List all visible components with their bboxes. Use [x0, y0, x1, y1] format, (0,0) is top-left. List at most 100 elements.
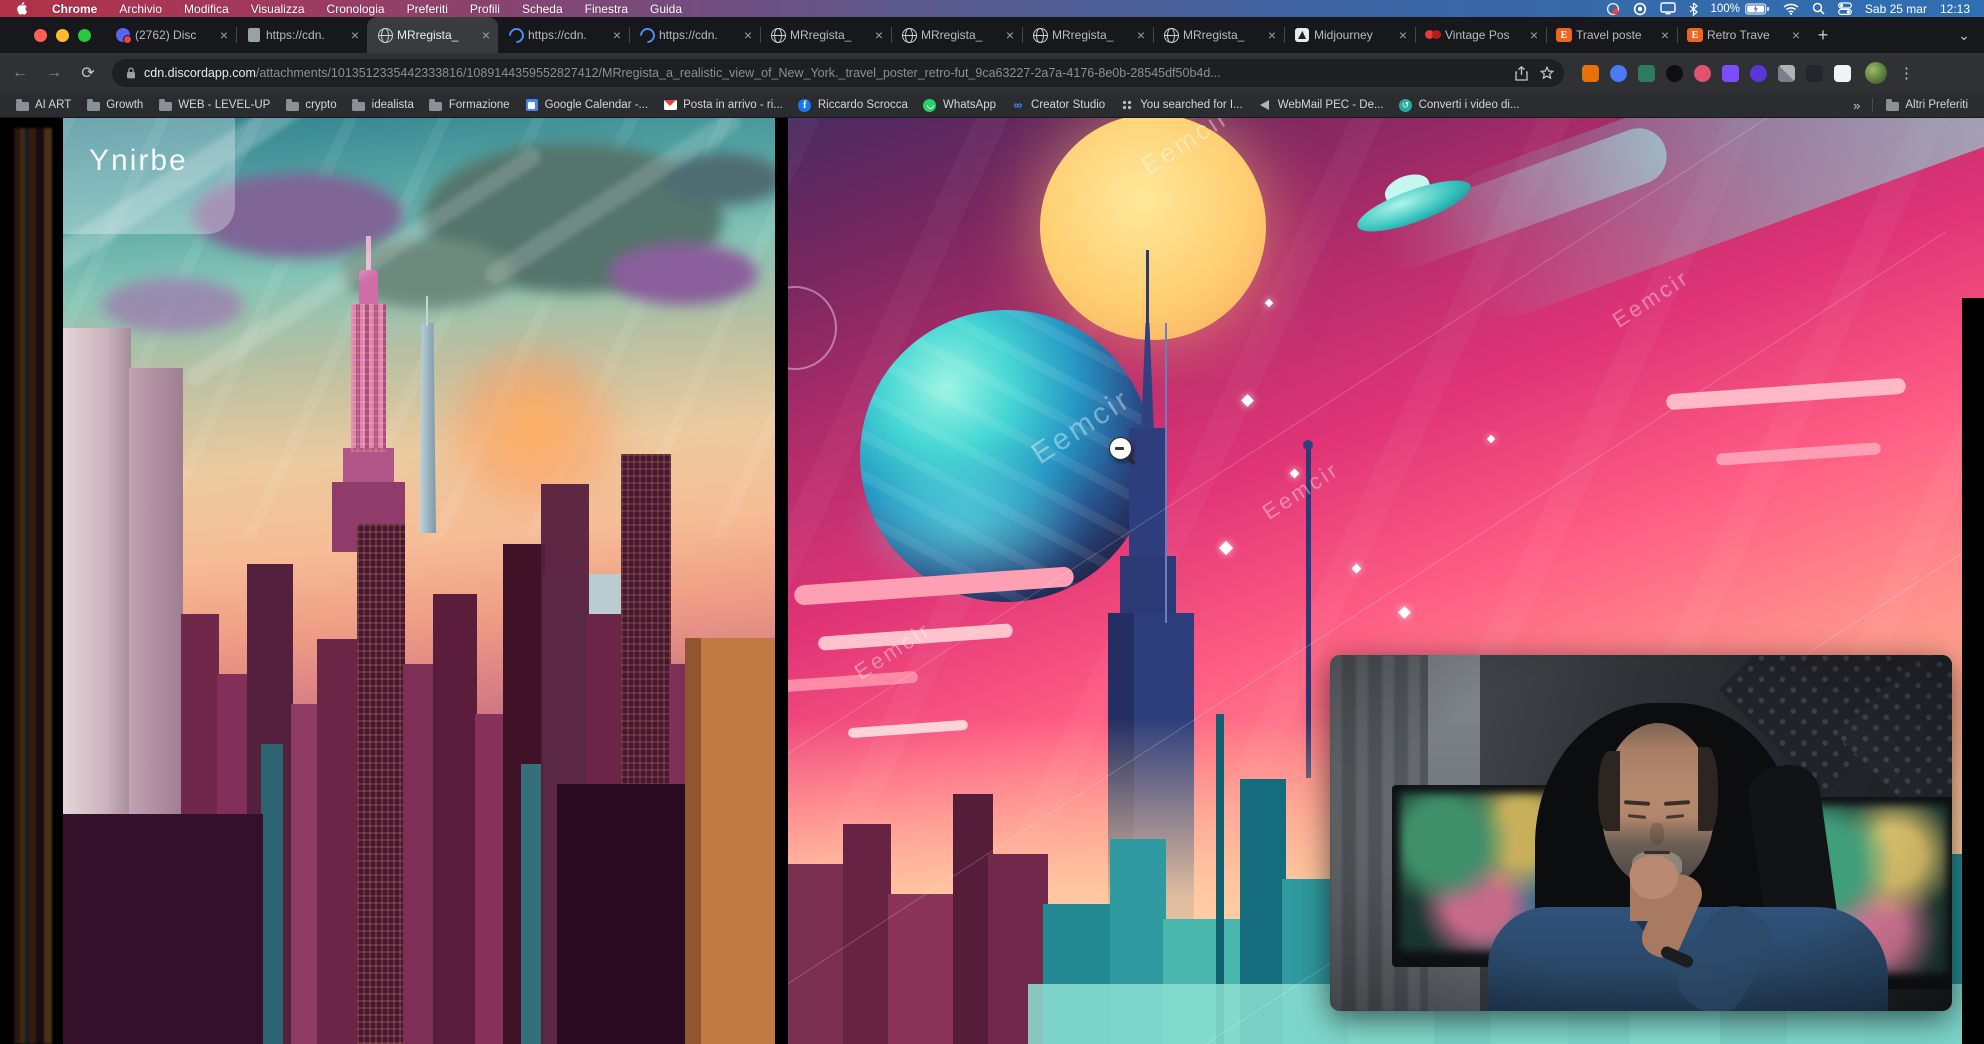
- bookmark-you-searched[interactable]: You searched for I...: [1120, 98, 1243, 112]
- share-icon[interactable]: [1515, 66, 1528, 81]
- spotlight-search-icon[interactable]: [1812, 2, 1825, 15]
- chrome-menu-icon[interactable]: ⋮: [1899, 64, 1915, 82]
- tab-discord[interactable]: (2762) Disc×: [105, 17, 236, 53]
- tab-close-icon[interactable]: ×: [480, 28, 492, 42]
- tab-mrregista-2[interactable]: MRregista_×: [760, 17, 891, 53]
- padlock-icon[interactable]: [126, 67, 136, 79]
- extension-icon[interactable]: [1610, 65, 1627, 82]
- tab-close-icon[interactable]: ×: [742, 28, 754, 42]
- minimize-window-button[interactable]: [56, 29, 69, 42]
- tab-close-icon[interactable]: ×: [611, 28, 623, 42]
- bookmark-webmail-pec[interactable]: WebMail PEC - De...: [1258, 98, 1384, 112]
- extension-icon[interactable]: [1722, 65, 1739, 82]
- extension-icon[interactable]: [1694, 65, 1711, 82]
- tab-close-icon[interactable]: ×: [873, 28, 885, 42]
- tab-mrregista-active[interactable]: MRregista_×: [367, 17, 498, 53]
- control-center-icon[interactable]: [1838, 2, 1852, 15]
- tab-mrregista-5[interactable]: MRregista_×: [1153, 17, 1284, 53]
- bookmark-facebook-profile[interactable]: fRiccardo Scrocca: [798, 98, 908, 112]
- tab-mrregista-3[interactable]: MRregista_×: [891, 17, 1022, 53]
- bookmark-folder-idealista[interactable]: idealista: [352, 98, 414, 112]
- tab-close-icon[interactable]: ×: [1397, 28, 1409, 42]
- bookmark-folder-web-level-up[interactable]: WEB - LEVEL-UP: [158, 98, 270, 112]
- globe-favicon-icon: [377, 27, 393, 43]
- tab-travel-posters[interactable]: ETravel poste×: [1546, 17, 1677, 53]
- wtc-tower: [419, 323, 436, 533]
- menu-item-profili[interactable]: Profili: [470, 2, 500, 16]
- menu-item-visualizza[interactable]: Visualizza: [251, 2, 305, 16]
- extension-icon[interactable]: [1806, 65, 1823, 82]
- display-icon[interactable]: [1660, 2, 1676, 15]
- tab-close-icon[interactable]: ×: [1135, 28, 1147, 42]
- bookmark-creator-studio[interactable]: ∞Creator Studio: [1011, 98, 1105, 112]
- menu-item-chrome[interactable]: Chrome: [52, 2, 97, 16]
- back-button[interactable]: ←: [6, 59, 34, 87]
- record-dot-icon[interactable]: [1633, 2, 1647, 16]
- zoom-out-cursor-icon: [1109, 437, 1132, 460]
- tab-vintage-posters[interactable]: Vintage Pos×: [1415, 17, 1546, 53]
- tab-midjourney[interactable]: Midjourney×: [1284, 17, 1415, 53]
- bookmark-folder-growth[interactable]: Growth: [86, 98, 143, 112]
- folder-icon: [285, 98, 299, 112]
- tab-retro-travel[interactable]: ERetro Trave×: [1677, 17, 1808, 53]
- extensions-area: [1582, 65, 1851, 82]
- wifi-icon[interactable]: [1783, 3, 1799, 15]
- bookmark-whatsapp[interactable]: WhatsApp: [923, 98, 996, 112]
- menu-clock-time[interactable]: 12:13: [1940, 2, 1970, 16]
- tab-cdn-1[interactable]: https://cdn.×: [236, 17, 367, 53]
- tab-close-icon[interactable]: ×: [1528, 28, 1540, 42]
- bookmark-folder-crypto[interactable]: crypto: [285, 98, 336, 112]
- tab-cdn-3[interactable]: https://cdn.×: [629, 17, 760, 53]
- menu-status-area: 100% Sab 25 mar 12:13: [1606, 2, 1984, 16]
- gmail-icon: [663, 98, 677, 112]
- tab-search-chevron-icon[interactable]: ⌄: [1944, 17, 1984, 53]
- bookmark-google-calendar[interactable]: Google Calendar -...: [525, 98, 649, 112]
- apple-logo-icon[interactable]: [16, 2, 27, 15]
- new-tab-button[interactable]: +: [1808, 17, 1838, 53]
- extension-icon[interactable]: [1778, 65, 1795, 82]
- tab-close-icon[interactable]: ×: [218, 28, 230, 42]
- tab-mrregista-4[interactable]: MRregista_×: [1022, 17, 1153, 53]
- tab-close-icon[interactable]: ×: [1790, 28, 1802, 42]
- reload-button[interactable]: ⟳: [74, 59, 102, 87]
- menu-item-archivio[interactable]: Archivio: [119, 2, 162, 16]
- address-bar[interactable]: cdn.discordapp.com/attachments/101351233…: [112, 59, 1564, 87]
- bookmarks-right: » Altri Preferiti: [1853, 98, 1984, 113]
- menu-item-scheda[interactable]: Scheda: [522, 2, 563, 16]
- extension-icon[interactable]: [1666, 65, 1683, 82]
- profile-avatar[interactable]: [1865, 62, 1887, 84]
- url-text[interactable]: cdn.discordapp.com/attachments/101351233…: [144, 66, 1503, 80]
- menu-item-preferiti[interactable]: Preferiti: [407, 2, 448, 16]
- bookmark-folder-formazione[interactable]: Formazione: [429, 98, 510, 112]
- battery-indicator[interactable]: 100%: [1711, 3, 1770, 15]
- extension-icon[interactable]: [1582, 65, 1599, 82]
- wtc-spire: [426, 296, 428, 326]
- screen-record-icon[interactable]: [1606, 2, 1620, 16]
- bookmark-folder-ai-art[interactable]: AI ART: [15, 98, 71, 112]
- tab-close-icon[interactable]: ×: [349, 28, 361, 42]
- bluetooth-icon[interactable]: [1689, 2, 1698, 16]
- menu-item-guida[interactable]: Guida: [650, 2, 682, 16]
- extension-icon[interactable]: [1750, 65, 1767, 82]
- bookmark-converti-video[interactable]: ↺Converti i video di...: [1399, 98, 1520, 112]
- other-bookmarks-folder[interactable]: Altri Preferiti: [1885, 98, 1968, 112]
- folder-icon: [86, 98, 100, 112]
- tab-close-icon[interactable]: ×: [1004, 28, 1016, 42]
- tab-close-icon[interactable]: ×: [1659, 28, 1671, 42]
- convert-icon: ↺: [1399, 98, 1413, 112]
- zoom-window-button[interactable]: [78, 29, 91, 42]
- tab-cdn-2[interactable]: https://cdn.×: [498, 17, 629, 53]
- extension-icon[interactable]: [1638, 65, 1655, 82]
- close-window-button[interactable]: [34, 29, 47, 42]
- menu-item-finestra[interactable]: Finestra: [585, 2, 628, 16]
- bookmarks-overflow-chevron[interactable]: »: [1853, 98, 1860, 113]
- bookmark-gmail-inbox[interactable]: Posta in arrivo - ri...: [663, 98, 783, 112]
- bookmark-star-icon[interactable]: [1540, 66, 1554, 80]
- menu-clock-date[interactable]: Sab 25 mar: [1865, 2, 1927, 16]
- poster-new-york-left[interactable]: Ynirbe: [63, 118, 775, 1044]
- extension-icon[interactable]: [1834, 65, 1851, 82]
- menu-item-modifica[interactable]: Modifica: [184, 2, 229, 16]
- tab-close-icon[interactable]: ×: [1266, 28, 1278, 42]
- menu-item-cronologia[interactable]: Cronologia: [327, 2, 385, 16]
- forward-button[interactable]: →: [40, 59, 68, 87]
